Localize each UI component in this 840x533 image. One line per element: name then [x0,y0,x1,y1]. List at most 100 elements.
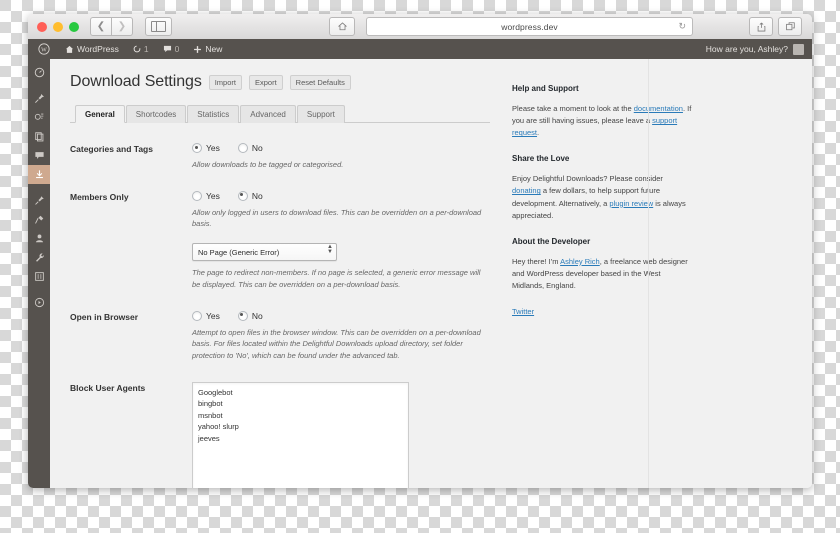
avatar [793,43,804,55]
field-label: Categories and Tags [70,144,153,154]
menu-separator [28,184,50,191]
radio-label-no: No [251,190,263,201]
help-sidebar: Help and Support Please take a moment to… [512,73,692,488]
love-heading: Share the Love [512,154,570,164]
redirect-page-select[interactable]: No Page (Generic Error) ▲ ▼ [192,243,337,262]
menu-separator [28,286,50,293]
field-description: Allow downloads to be tagged or categori… [192,160,344,169]
reload-icon[interactable]: ↻ [678,21,686,32]
settings-page: Download Settings Import Export Reset De… [50,59,812,488]
sidebar-item-settings[interactable] [28,267,50,286]
page-header: Download Settings Import Export Reset De… [70,73,490,91]
new-tab-icon [785,22,795,31]
new-tab-button[interactable] [778,17,802,36]
settings-main-column: Download Settings Import Export Reset De… [70,73,490,488]
wp-logo-menu[interactable]: W [28,39,58,59]
site-name-menu[interactable]: WordPress [58,39,126,59]
radio-label-yes: Yes [206,190,220,201]
media-icon [34,113,43,120]
sidebar-item-collapse[interactable] [28,293,50,312]
maximize-window-button[interactable] [69,21,79,32]
back-button[interactable]: ❮ [90,17,112,36]
radio-group: Yes No [192,190,490,201]
settings-form: Categories and Tags Yes No Allow downloa… [70,143,490,488]
tab-general[interactable]: General [75,105,125,123]
radio-members-no[interactable] [237,190,248,201]
sidebar-item-pages[interactable] [28,127,50,146]
menu-separator [28,82,50,89]
home-icon [65,45,74,53]
tab-support[interactable]: Support [296,105,345,123]
field-members-only: Members Only Yes No Allow only logged in… [70,190,490,291]
export-button[interactable]: Export [248,74,283,90]
comment-icon [34,152,44,159]
plus-icon [194,45,202,53]
sidebar-item-tools[interactable] [28,248,50,267]
redirect-page-description: The page to redirect non-members. If no … [192,268,481,289]
page-title: Download Settings [70,73,202,90]
minimize-window-button[interactable] [53,21,63,32]
sidebar-item-plugins[interactable] [28,210,50,229]
url-bar[interactable]: wordpress.dev ↻ [366,17,693,36]
sidebar-item-users[interactable] [28,229,50,248]
help-text: Please take a moment to look at the docu… [512,103,692,139]
greeting-label: How are you, Ashley? [705,44,788,54]
radio-browser-no[interactable] [237,310,248,321]
settings-tabs: General Shortcodes Statistics Advanced S… [70,104,490,123]
help-heading: Help and Support [512,84,579,93]
share-icon [757,22,765,31]
radio-group: Yes No [192,310,490,321]
sidebar-item-downloads[interactable] [28,165,54,184]
radio-categories-yes[interactable] [192,143,202,153]
share-button[interactable] [749,17,773,36]
close-window-button[interactable] [37,21,47,32]
field-label: Open in Browser [70,311,139,322]
field-description: Attempt to open files in the browser win… [192,327,481,360]
sidebar-item-media[interactable] [28,108,50,127]
radio-label-no: No [251,310,263,321]
radio-label-yes: Yes [206,310,220,321]
updates-menu[interactable]: 1 [126,39,156,59]
tab-statistics[interactable]: Statistics [187,105,240,123]
radio-members-yes[interactable] [192,190,202,201]
toolbar-right-buttons [749,17,802,36]
field-label: Block User Agents [70,382,146,393]
select-arrows-icon: ▲ ▼ [327,244,333,256]
import-button[interactable]: Import [208,74,242,90]
sidebar-item-appearance[interactable] [28,191,50,210]
twitter-link[interactable]: Twitter [512,307,534,316]
radio-categories-no[interactable] [237,143,248,153]
sidebar-toggle-button[interactable] [145,17,172,36]
radio-group: Yes No [192,143,490,153]
home-button[interactable] [329,17,355,36]
url-text: wordpress.dev [501,21,558,32]
sliders-icon [34,272,44,281]
comments-menu[interactable]: 0 [156,39,187,59]
comments-count: 0 [174,44,180,54]
forward-button[interactable]: ❯ [112,17,133,36]
ashley-rich-link[interactable]: Ashley Rich [560,257,600,266]
dashboard-icon [34,67,44,78]
developer-text: Hey there! I'm Ashley Rich, a freelance … [512,256,692,292]
developer-heading: About the Developer [512,236,591,246]
redirect-page-value: No Page (Generic Error) [192,243,337,262]
sidebar-item-dashboard[interactable] [28,63,50,82]
donating-link[interactable]: donating [512,186,541,195]
sidebar-item-comments[interactable] [28,146,50,165]
tab-advanced[interactable]: Advanced [240,105,296,123]
field-label: Members Only [70,191,129,202]
browser-titlebar: ❮ ❯ wordpress.dev ↻ [28,14,812,40]
sidebar-item-posts[interactable] [28,89,50,108]
wp-body: Download Settings Import Export Reset De… [28,59,812,488]
radio-browser-yes[interactable] [192,310,202,321]
block-user-agents-textarea[interactable] [192,381,409,488]
account-menu[interactable]: How are you, Ashley? [705,43,804,55]
plugin-review-link[interactable]: plugin review [609,199,653,208]
tab-shortcodes[interactable]: Shortcodes [125,105,187,123]
new-content-menu[interactable]: New [186,39,229,59]
reset-defaults-button[interactable]: Reset Defaults [289,74,351,90]
new-content-label: New [205,44,223,54]
wp-admin-bar: W WordPress 1 0 New How are you, Ashley? [28,39,812,59]
documentation-link[interactable]: documentation [634,104,683,113]
field-categories-tags: Categories and Tags Yes No Allow downloa… [70,143,490,171]
